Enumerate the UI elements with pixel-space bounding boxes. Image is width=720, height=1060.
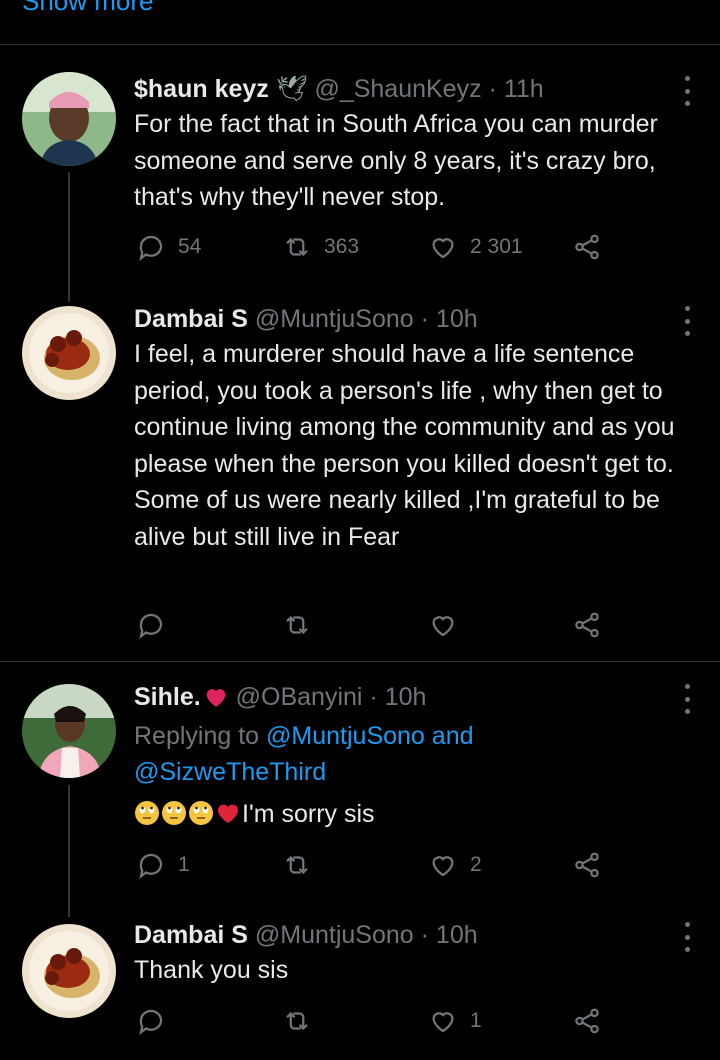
more-options-icon[interactable]	[682, 76, 692, 106]
tweet[interactable]: Dambai S @MuntjuSono · 10h I feel, a mur…	[0, 304, 720, 654]
more-options-icon[interactable]	[682, 306, 692, 336]
bird-emoji-icon: 🕊	[275, 75, 308, 103]
share-icon	[575, 234, 599, 260]
display-name[interactable]: Sihle.	[134, 683, 201, 711]
replying-to: Replying to @MuntjuSono and @SizweTheThi…	[134, 718, 699, 790]
tweet-actions: 1 2	[134, 850, 614, 886]
mention-link[interactable]: @MuntjuSono	[266, 722, 425, 750]
retweet-icon	[286, 615, 308, 635]
tweet[interactable]: $haun keyz 🕊 @_ShaunKeyz · 11h For the f…	[0, 66, 720, 296]
heart-icon	[432, 238, 454, 259]
red-heart-emoji-icon	[218, 804, 238, 823]
retweet-count: 363	[324, 235, 360, 258]
retweet-button[interactable]: 363	[282, 232, 359, 262]
share-icon	[575, 1008, 599, 1034]
share-button[interactable]	[572, 1006, 602, 1036]
reply-icon	[139, 853, 163, 879]
share-button[interactable]	[572, 850, 602, 880]
mention-link[interactable]: @SizweTheThird	[134, 758, 326, 786]
tweet-text: I feel, a murderer should have a life se…	[134, 340, 675, 551]
share-icon	[575, 612, 599, 638]
handle[interactable]: @MuntjuSono	[255, 921, 414, 949]
like-button[interactable]: 2	[428, 850, 482, 880]
tweet-header: Dambai S @MuntjuSono · 10h	[134, 920, 699, 950]
heart-icon	[432, 856, 454, 877]
timestamp[interactable]: · 10h	[421, 921, 478, 949]
tweet-actions	[134, 610, 614, 646]
replying-prefix: Replying to	[134, 722, 260, 750]
share-button[interactable]	[572, 232, 602, 262]
rolling-eyes-emoji-icon	[135, 801, 159, 825]
retweet-button[interactable]	[282, 850, 312, 880]
handle[interactable]: @_ShaunKeyz	[314, 75, 481, 103]
reply-button[interactable]: 54	[136, 232, 201, 262]
share-button[interactable]	[572, 610, 602, 640]
retweet-icon	[286, 237, 308, 257]
tweet[interactable]: Sihle. @OBanyini · 10h Replying to @Munt…	[0, 682, 720, 902]
display-name[interactable]: Dambai S	[134, 305, 248, 333]
reply-count: 1	[178, 853, 190, 876]
tweet[interactable]: Dambai S @MuntjuSono · 10h Thank you sis…	[0, 920, 720, 1060]
share-icon	[575, 852, 599, 878]
heart-icon	[432, 616, 454, 637]
tweet-actions: 1	[134, 1006, 614, 1042]
divider	[0, 661, 720, 662]
tweet-text: I'm sorry sis	[242, 800, 375, 828]
reply-button[interactable]: 1	[136, 850, 190, 880]
like-button[interactable]: 1	[428, 1006, 482, 1036]
display-name[interactable]: $haun keyz	[134, 75, 269, 103]
more-options-icon[interactable]	[682, 684, 692, 714]
tweet-header: Dambai S @MuntjuSono · 10h	[134, 304, 699, 334]
handle[interactable]: @MuntjuSono	[255, 305, 414, 333]
reply-button[interactable]	[136, 1006, 166, 1036]
reply-button[interactable]	[136, 610, 166, 640]
timestamp[interactable]: · 10h	[421, 305, 478, 333]
reply-icon	[139, 1009, 163, 1035]
retweet-icon	[286, 855, 308, 875]
like-count: 2	[470, 853, 482, 876]
reply-count: 54	[178, 235, 202, 258]
reply-icon	[139, 613, 163, 639]
retweet-button[interactable]	[282, 610, 312, 640]
display-name[interactable]: Dambai S	[134, 921, 248, 949]
handle[interactable]: @OBanyini	[236, 683, 363, 711]
tweet-text-row: I'm sorry sis	[134, 796, 699, 833]
reply-icon	[139, 235, 163, 261]
timestamp[interactable]: · 11h	[489, 75, 544, 103]
tweet-header: $haun keyz 🕊 @_ShaunKeyz · 11h	[134, 74, 699, 104]
avatar[interactable]	[22, 684, 116, 778]
timestamp[interactable]: · 10h	[369, 683, 426, 711]
avatar[interactable]	[22, 72, 116, 166]
tweet-text: Thank you sis	[134, 956, 289, 984]
avatar[interactable]	[22, 924, 116, 1018]
like-button[interactable]: 2 301	[428, 232, 523, 262]
retweet-button[interactable]	[282, 1006, 312, 1036]
avatar[interactable]	[22, 306, 116, 400]
retweet-icon	[286, 1011, 308, 1031]
like-count: 2 301	[470, 235, 523, 258]
rolling-eyes-emoji-icon	[189, 801, 213, 825]
show-more-link[interactable]: Show more	[22, 0, 154, 17]
rolling-eyes-emoji-icon	[162, 801, 186, 825]
divider	[0, 44, 720, 45]
heart-icon	[432, 1012, 454, 1033]
replying-and[interactable]: and	[432, 722, 474, 750]
more-options-icon[interactable]	[682, 922, 692, 952]
tweet-actions: 54 363 2 301	[134, 232, 614, 268]
heart-emoji-icon	[206, 689, 225, 707]
tweet-text: For the fact that in South Africa you ca…	[134, 110, 658, 211]
tweet-header: Sihle. @OBanyini · 10h	[134, 682, 699, 712]
like-count: 1	[470, 1009, 482, 1032]
like-button[interactable]	[428, 610, 458, 640]
